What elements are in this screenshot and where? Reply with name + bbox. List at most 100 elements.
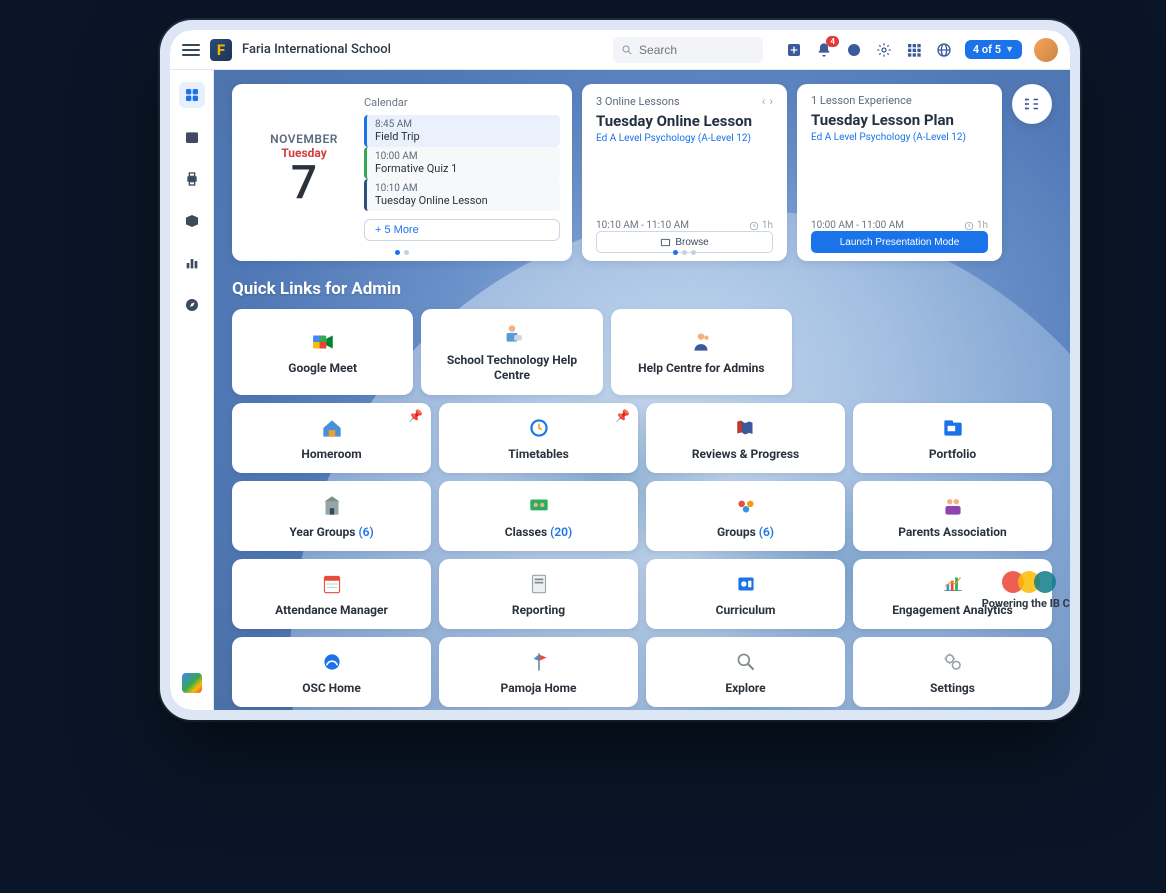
tile-label: Parents Association bbox=[898, 525, 1007, 540]
tile-label: School Technology Help Centre bbox=[429, 353, 594, 383]
tablet-frame: F Faria International School 4 4 of 5 ▼ bbox=[160, 20, 1080, 720]
tile-label: Google Meet bbox=[288, 361, 357, 376]
calendar-event[interactable]: 10:10 AMTuesday Online Lesson bbox=[364, 179, 560, 211]
globe-icon[interactable] bbox=[935, 41, 953, 59]
quick-link-tile[interactable]: Explore bbox=[646, 637, 845, 707]
quick-links-title: Quick Links for Admin bbox=[232, 279, 1052, 299]
tile-icon bbox=[526, 493, 552, 519]
tile-icon bbox=[733, 571, 759, 597]
sort-button[interactable] bbox=[1012, 84, 1052, 124]
sidebar-print-icon[interactable] bbox=[179, 166, 205, 192]
day-number: 7 bbox=[291, 160, 317, 206]
tile-icon bbox=[319, 571, 345, 597]
pin-icon: 📌 bbox=[615, 409, 630, 423]
tile-icon bbox=[940, 493, 966, 519]
school-name: Faria International School bbox=[242, 42, 391, 57]
search-box[interactable] bbox=[613, 37, 763, 63]
avatar[interactable] bbox=[1034, 38, 1058, 62]
quick-link-tile[interactable]: School Technology Help Centre bbox=[421, 309, 602, 395]
online-time: 10:10 AM - 11:10 AM bbox=[596, 220, 689, 231]
pager-dots bbox=[582, 250, 787, 255]
online-title: Tuesday Online Lesson bbox=[596, 112, 773, 130]
tile-icon bbox=[526, 649, 552, 675]
chevron-down-icon: ▼ bbox=[1005, 44, 1014, 55]
quick-link-tile[interactable]: Reporting bbox=[439, 559, 638, 629]
online-subject: Ed A Level Psychology (A-Level 12) bbox=[596, 132, 773, 145]
quick-link-tile[interactable]: Groups (6) bbox=[646, 481, 845, 551]
quick-link-tile[interactable]: Attendance Manager bbox=[232, 559, 431, 629]
quick-link-tile[interactable]: Portfolio bbox=[853, 403, 1052, 473]
sidebar-box-icon[interactable] bbox=[179, 208, 205, 234]
sidebar-calendar-icon[interactable] bbox=[179, 124, 205, 150]
tile-label: Curriculum bbox=[716, 603, 776, 618]
event-time: 8:45 AM bbox=[375, 119, 552, 130]
quick-link-tile[interactable]: Parents Association bbox=[853, 481, 1052, 551]
tile-label: Reviews & Progress bbox=[692, 447, 799, 462]
notifications-icon[interactable]: 4 bbox=[815, 41, 833, 59]
quick-link-tile[interactable]: OSC Home bbox=[232, 637, 431, 707]
tile-icon bbox=[940, 415, 966, 441]
tile-label: Homeroom bbox=[301, 447, 361, 462]
tile-icon bbox=[940, 649, 966, 675]
date-block: NOVEMBER Tuesday 7 bbox=[244, 96, 364, 241]
experience-header: 1 Lesson Experience bbox=[811, 94, 912, 107]
quick-link-tile[interactable]: Settings bbox=[853, 637, 1052, 707]
add-icon[interactable] bbox=[785, 41, 803, 59]
content: NOVEMBER Tuesday 7 Calendar 8:45 AMField… bbox=[214, 70, 1070, 710]
launch-presentation-button[interactable]: Launch Presentation Mode bbox=[811, 231, 988, 253]
notification-count: 4 bbox=[826, 36, 839, 47]
sidebar bbox=[170, 70, 214, 710]
quick-link-tile[interactable]: Help Centre for Admins bbox=[611, 309, 792, 395]
event-title: Formative Quiz 1 bbox=[375, 162, 552, 175]
announcement-icon[interactable] bbox=[845, 41, 863, 59]
search-input[interactable] bbox=[639, 43, 755, 57]
calendar-event[interactable]: 10:00 AMFormative Quiz 1 bbox=[364, 147, 560, 179]
calendar-list: Calendar 8:45 AMField Trip10:00 AMFormat… bbox=[364, 96, 560, 241]
tile-count: (6) bbox=[759, 525, 774, 539]
tile-icon bbox=[526, 571, 552, 597]
online-lessons-panel: 3 Online Lessons ‹› Tuesday Online Lesso… bbox=[582, 84, 787, 261]
event-time: 10:00 AM bbox=[375, 151, 552, 162]
sidebar-faria-logo[interactable] bbox=[179, 670, 205, 696]
sidebar-dashboard-icon[interactable] bbox=[179, 82, 205, 108]
calendar-panel: NOVEMBER Tuesday 7 Calendar 8:45 AMField… bbox=[232, 84, 572, 261]
step-pill-text: 4 of 5 bbox=[973, 43, 1001, 56]
tile-label: Help Centre for Admins bbox=[638, 361, 764, 376]
sidebar-explore-icon[interactable] bbox=[179, 292, 205, 318]
step-pill[interactable]: 4 of 5 ▼ bbox=[965, 40, 1022, 59]
apps-icon[interactable] bbox=[905, 41, 923, 59]
quick-link-tile[interactable]: Google Meet bbox=[232, 309, 413, 395]
chevron-right-icon[interactable]: › bbox=[769, 94, 773, 108]
quick-link-tile[interactable]: Classes (20) bbox=[439, 481, 638, 551]
tile-label: Pamoja Home bbox=[501, 681, 577, 696]
tile-icon bbox=[319, 415, 345, 441]
tile-count: (6) bbox=[358, 525, 373, 539]
tile-icon bbox=[733, 493, 759, 519]
quick-links-featured: Google Meet School Technology Help Centre… bbox=[232, 309, 792, 395]
chevron-left-icon[interactable]: ‹ bbox=[762, 94, 766, 108]
quick-link-tile[interactable]: Pamoja Home bbox=[439, 637, 638, 707]
tile-label: Groups (6) bbox=[717, 525, 774, 540]
sidebar-analytics-icon[interactable] bbox=[179, 250, 205, 276]
tile-label: Portfolio bbox=[929, 447, 976, 462]
experience-subject: Ed A Level Psychology (A-Level 12) bbox=[811, 131, 988, 144]
tile-icon bbox=[940, 571, 966, 597]
gear-icon[interactable] bbox=[875, 41, 893, 59]
app-logo[interactable]: F bbox=[210, 39, 232, 61]
quick-link-tile[interactable]: 📌Timetables bbox=[439, 403, 638, 473]
quick-link-tile[interactable]: Year Groups (6) bbox=[232, 481, 431, 551]
browse-icon bbox=[660, 237, 671, 248]
quick-link-tile[interactable]: Curriculum bbox=[646, 559, 845, 629]
menu-icon[interactable] bbox=[182, 44, 200, 56]
calendar-more-button[interactable]: + 5 More bbox=[364, 219, 560, 241]
browse-label: Browse bbox=[675, 237, 708, 248]
experience-time: 10:00 AM - 11:00 AM bbox=[811, 220, 904, 231]
tile-label: OSC Home bbox=[302, 681, 361, 696]
brand-logo bbox=[1002, 571, 1056, 593]
quick-link-tile[interactable]: 📌Homeroom bbox=[232, 403, 431, 473]
calendar-event[interactable]: 8:45 AMField Trip bbox=[364, 115, 560, 147]
quick-link-tile[interactable]: Reviews & Progress bbox=[646, 403, 845, 473]
event-title: Tuesday Online Lesson bbox=[375, 194, 552, 207]
tile-icon bbox=[499, 321, 525, 347]
tile-icon bbox=[310, 329, 336, 355]
